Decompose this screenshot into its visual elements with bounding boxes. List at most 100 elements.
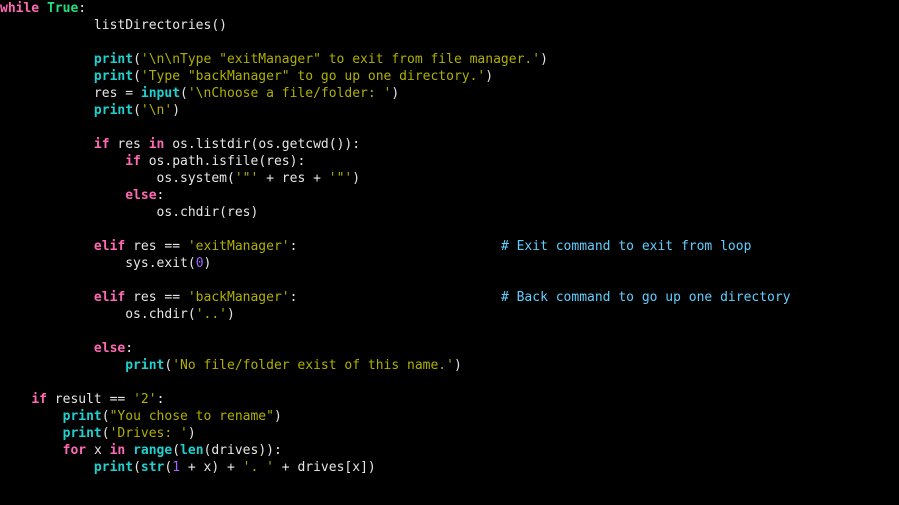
- keyword-if: if: [31, 392, 47, 407]
- keyword-if: if: [94, 137, 110, 152]
- lparen: (: [102, 426, 110, 441]
- rparen: ): [172, 103, 180, 118]
- keyword-in: in: [110, 443, 126, 458]
- identifier-x: x: [352, 460, 360, 475]
- identifier-os: os: [157, 205, 173, 220]
- keyword-for: for: [63, 443, 86, 458]
- identifier-os: os: [157, 171, 173, 186]
- rparen: ): [258, 443, 266, 458]
- keyword-else: else: [94, 341, 125, 356]
- call-isfile: isfile: [211, 154, 258, 169]
- call-print: print: [94, 103, 133, 118]
- colon: :: [290, 290, 298, 305]
- call-listDirectories: listDirectories: [94, 18, 211, 33]
- operator-plus: +: [274, 460, 297, 475]
- identifier-x: x: [94, 443, 102, 458]
- rparen: ): [485, 69, 493, 84]
- identifier-os: os: [125, 307, 141, 322]
- call-listdir: listdir: [196, 137, 251, 152]
- string-literal: 'backManager': [188, 290, 290, 305]
- dot: .: [172, 171, 180, 186]
- identifier-sys: sys: [125, 256, 148, 271]
- rparen: ): [352, 171, 360, 186]
- string-literal: '2': [133, 392, 156, 407]
- lparen: (: [172, 443, 180, 458]
- call-print: print: [94, 69, 133, 84]
- call-chdir: chdir: [180, 205, 219, 220]
- identifier-os: os: [258, 137, 274, 152]
- rbracket: ]: [360, 460, 368, 475]
- call-len: len: [180, 443, 203, 458]
- rparen: ): [227, 307, 235, 322]
- call-print: print: [94, 52, 133, 67]
- string-literal: '\n\nType "exitManager" to exit from fil…: [141, 52, 540, 67]
- call-print: print: [63, 409, 102, 424]
- colon: :: [352, 137, 360, 152]
- call-exit: exit: [157, 256, 188, 271]
- string-literal: '"': [235, 171, 258, 186]
- rparen: ): [266, 443, 274, 458]
- string-literal: '\nChoose a file/folder: ': [188, 86, 392, 101]
- identifier-os: os: [172, 137, 188, 152]
- string-literal: 'exitManager': [188, 239, 290, 254]
- colon: :: [78, 1, 86, 16]
- rparen: ): [540, 52, 548, 67]
- operator-eq: ==: [102, 392, 133, 407]
- string-literal: 'Drives: ': [110, 426, 188, 441]
- lparen: (: [219, 205, 227, 220]
- comment-back: # Back command to go up one directory: [501, 290, 791, 305]
- string-literal: 'No file/folder exist of this name.': [172, 358, 454, 373]
- identifier-res: res: [133, 290, 156, 305]
- call-print: print: [125, 358, 164, 373]
- keyword-while: while: [0, 1, 39, 16]
- lparen: (: [102, 409, 110, 424]
- operator-plus: +: [180, 460, 203, 475]
- string-literal: '. ': [243, 460, 274, 475]
- dot: .: [149, 256, 157, 271]
- identifier-drives: drives: [211, 443, 258, 458]
- lparen: (: [133, 52, 141, 67]
- identifier-res: res: [133, 239, 156, 254]
- dot: .: [141, 307, 149, 322]
- colon: :: [290, 239, 298, 254]
- operator-assign: =: [117, 86, 140, 101]
- lparen: (: [133, 460, 141, 475]
- lparen: (: [133, 69, 141, 84]
- rparen: ): [368, 460, 376, 475]
- dot: .: [172, 205, 180, 220]
- string-literal: '"': [329, 171, 352, 186]
- lparen: (: [227, 171, 235, 186]
- keyword-if: if: [125, 154, 141, 169]
- identifier-res: res: [282, 171, 305, 186]
- operator-plus: +: [219, 460, 242, 475]
- string-literal: '..': [196, 307, 227, 322]
- call-print: print: [94, 460, 133, 475]
- call-getcwd: getcwd: [282, 137, 329, 152]
- rparen: ): [211, 460, 219, 475]
- identifier-res: res: [266, 154, 289, 169]
- colon: :: [274, 443, 282, 458]
- rparen: ): [454, 358, 462, 373]
- rparen: ): [204, 256, 212, 271]
- lparen: (: [188, 256, 196, 271]
- colon: :: [157, 392, 165, 407]
- string-literal: '\n': [141, 103, 172, 118]
- identifier-drives: drives: [297, 460, 344, 475]
- call-system: system: [180, 171, 227, 186]
- lparen: (: [211, 18, 219, 33]
- rparen: ): [391, 86, 399, 101]
- keyword-else: else: [125, 188, 156, 203]
- call-input: input: [141, 86, 180, 101]
- lparen: (: [258, 154, 266, 169]
- lparen: (: [180, 86, 188, 101]
- identifier-res: res: [117, 137, 140, 152]
- colon: :: [297, 154, 305, 169]
- keyword-in: in: [149, 137, 165, 152]
- lparen: (: [329, 137, 337, 152]
- operator-eq: ==: [157, 290, 188, 305]
- string-literal: "You chose to rename": [110, 409, 274, 424]
- code-editor[interactable]: while True: listDirectories() print('\n\…: [0, 0, 899, 476]
- dot: .: [274, 137, 282, 152]
- identifier-res: res: [94, 86, 117, 101]
- call-str: str: [141, 460, 164, 475]
